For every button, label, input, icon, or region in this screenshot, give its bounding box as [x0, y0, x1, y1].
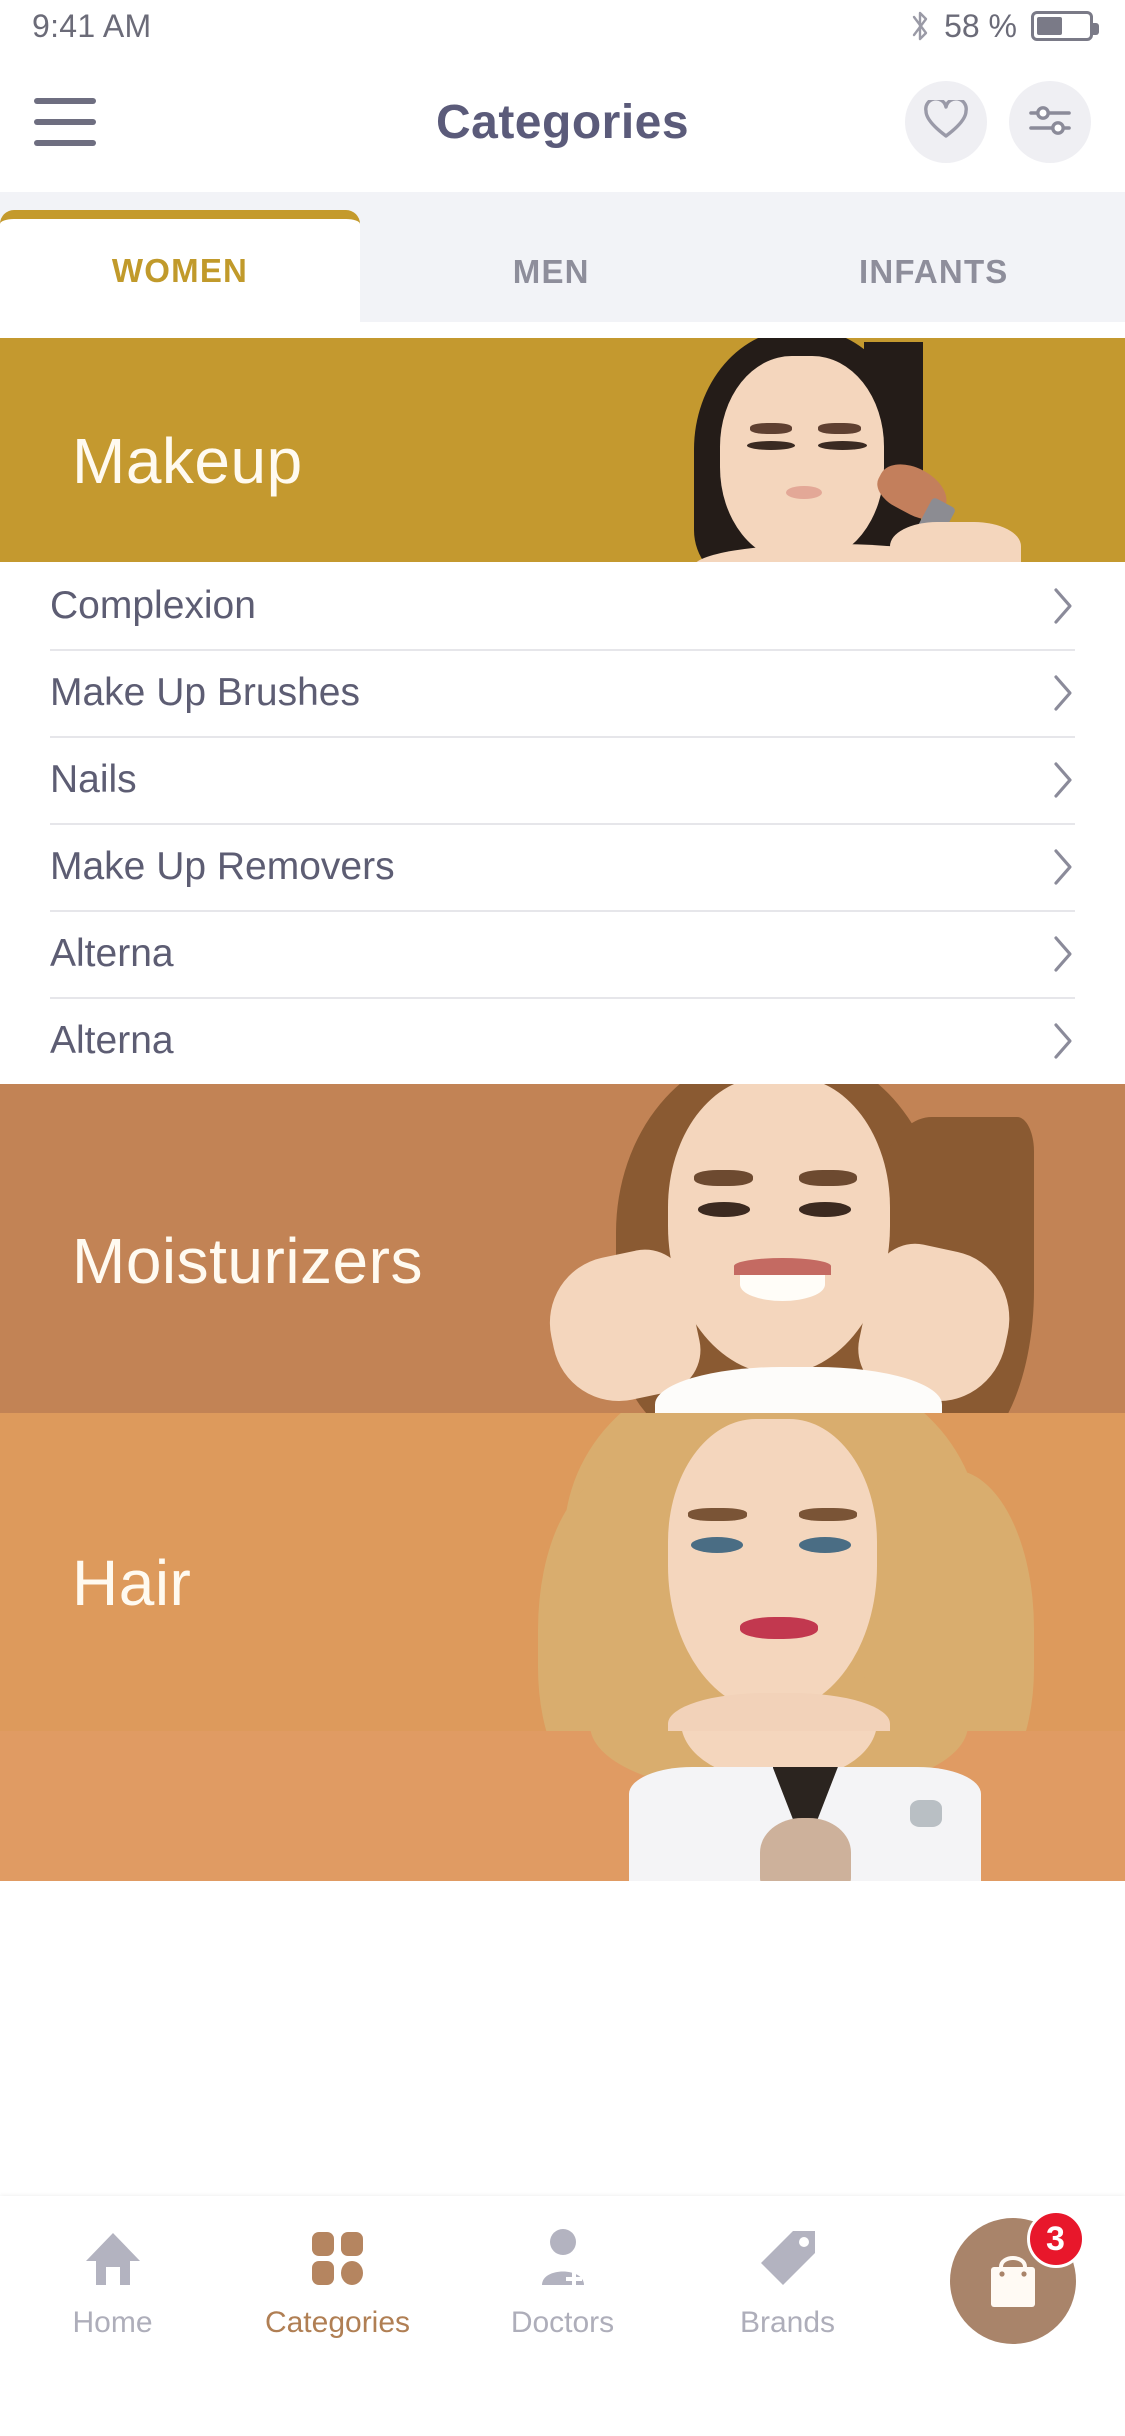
nav-label-categories: Categories	[264, 2306, 411, 2339]
home-icon	[82, 2224, 144, 2292]
status-bar-time: 9:41 AM	[32, 7, 152, 44]
tab-men-label: MEN	[512, 253, 590, 290]
category-label: Complexion	[50, 583, 256, 627]
chevron-right-icon	[1053, 587, 1075, 625]
category-row-alterna-2[interactable]: Alterna	[50, 997, 1075, 1084]
banner-hair-title: Hair	[72, 1547, 192, 1619]
chevron-right-icon	[1053, 935, 1075, 973]
doctor-icon	[532, 2224, 594, 2292]
app-header: Categories	[0, 52, 1125, 192]
nav-item-doctors[interactable]: Doctors	[450, 2224, 675, 2340]
favorites-button[interactable]	[905, 81, 987, 163]
battery-icon	[1031, 11, 1099, 41]
header-actions	[905, 81, 1091, 163]
category-row-make-up-removers[interactable]: Make Up Removers	[50, 823, 1075, 910]
category-row-complexion[interactable]: Complexion	[50, 562, 1075, 649]
tab-infants[interactable]: INFANTS	[743, 222, 1125, 322]
banner-partial-photo	[473, 1731, 1125, 1881]
tab-infants-label: INFANTS	[858, 253, 1009, 290]
banner-makeup[interactable]: Makeup	[0, 338, 1125, 562]
sliders-filter-icon	[1027, 100, 1073, 145]
app-screen: 9:41 AM 58 % Categories WOMEN MEN INFANT…	[0, 0, 1125, 2436]
tag-icon	[757, 2224, 819, 2292]
banner-makeup-photo	[473, 338, 1125, 562]
nav-item-categories[interactable]: Categories	[225, 2224, 450, 2340]
cart-badge: 3	[1026, 2210, 1085, 2268]
category-label: Make Up Brushes	[50, 670, 360, 714]
category-row-alterna-1[interactable]: Alterna	[50, 910, 1075, 997]
tab-women[interactable]: WOMEN	[0, 210, 360, 322]
category-label: Nails	[50, 757, 137, 801]
banner-moisturizers[interactable]: Moisturizers	[0, 1084, 1125, 1413]
nav-item-brands[interactable]: Brands	[675, 2224, 900, 2340]
banner-makeup-title: Makeup	[72, 425, 303, 497]
category-label: Alterna	[50, 931, 174, 975]
category-list: Complexion Make Up Brushes Nails Make Up…	[0, 562, 1125, 1084]
tab-women-label: WOMEN	[111, 251, 249, 289]
category-row-make-up-brushes[interactable]: Make Up Brushes	[50, 649, 1075, 736]
category-label: Alterna	[50, 1018, 174, 1062]
category-tabs: WOMEN MEN INFANTS	[0, 192, 1125, 322]
banner-hair-photo	[473, 1413, 1125, 1731]
grid-icon	[307, 2224, 369, 2292]
chevron-right-icon	[1053, 761, 1075, 799]
status-bar: 9:41 AM 58 %	[0, 0, 1125, 52]
status-bar-indicators: 58 %	[910, 7, 1099, 45]
nav-label-home: Home	[72, 2306, 153, 2339]
nav-label-doctors: Doctors	[510, 2306, 615, 2339]
filter-button[interactable]	[1009, 81, 1091, 163]
chevron-right-icon	[1053, 1022, 1075, 1060]
categories-scroll-area[interactable]: Makeup Complexion Make Up Brushes Nails	[0, 322, 1125, 2196]
category-label: Make Up Removers	[50, 844, 395, 888]
tab-men[interactable]: MEN	[360, 222, 743, 322]
nav-item-home[interactable]: Home	[0, 2224, 225, 2340]
cart-container: 3	[900, 2210, 1125, 2344]
banner-partial-next[interactable]	[0, 1731, 1125, 1881]
bluetooth-icon	[910, 9, 930, 43]
battery-percent-label: 58 %	[944, 7, 1017, 44]
banner-hair[interactable]: Hair	[0, 1413, 1125, 1731]
category-row-nails[interactable]: Nails	[50, 736, 1075, 823]
bottom-navigation: Home Categories Doctors Brands 3	[0, 2196, 1125, 2436]
chevron-right-icon	[1053, 848, 1075, 886]
banner-moisturizers-photo	[473, 1084, 1125, 1413]
chevron-right-icon	[1053, 674, 1075, 712]
nav-label-brands: Brands	[739, 2306, 836, 2339]
heart-icon	[924, 96, 968, 145]
banner-moisturizers-title: Moisturizers	[72, 1225, 423, 1297]
